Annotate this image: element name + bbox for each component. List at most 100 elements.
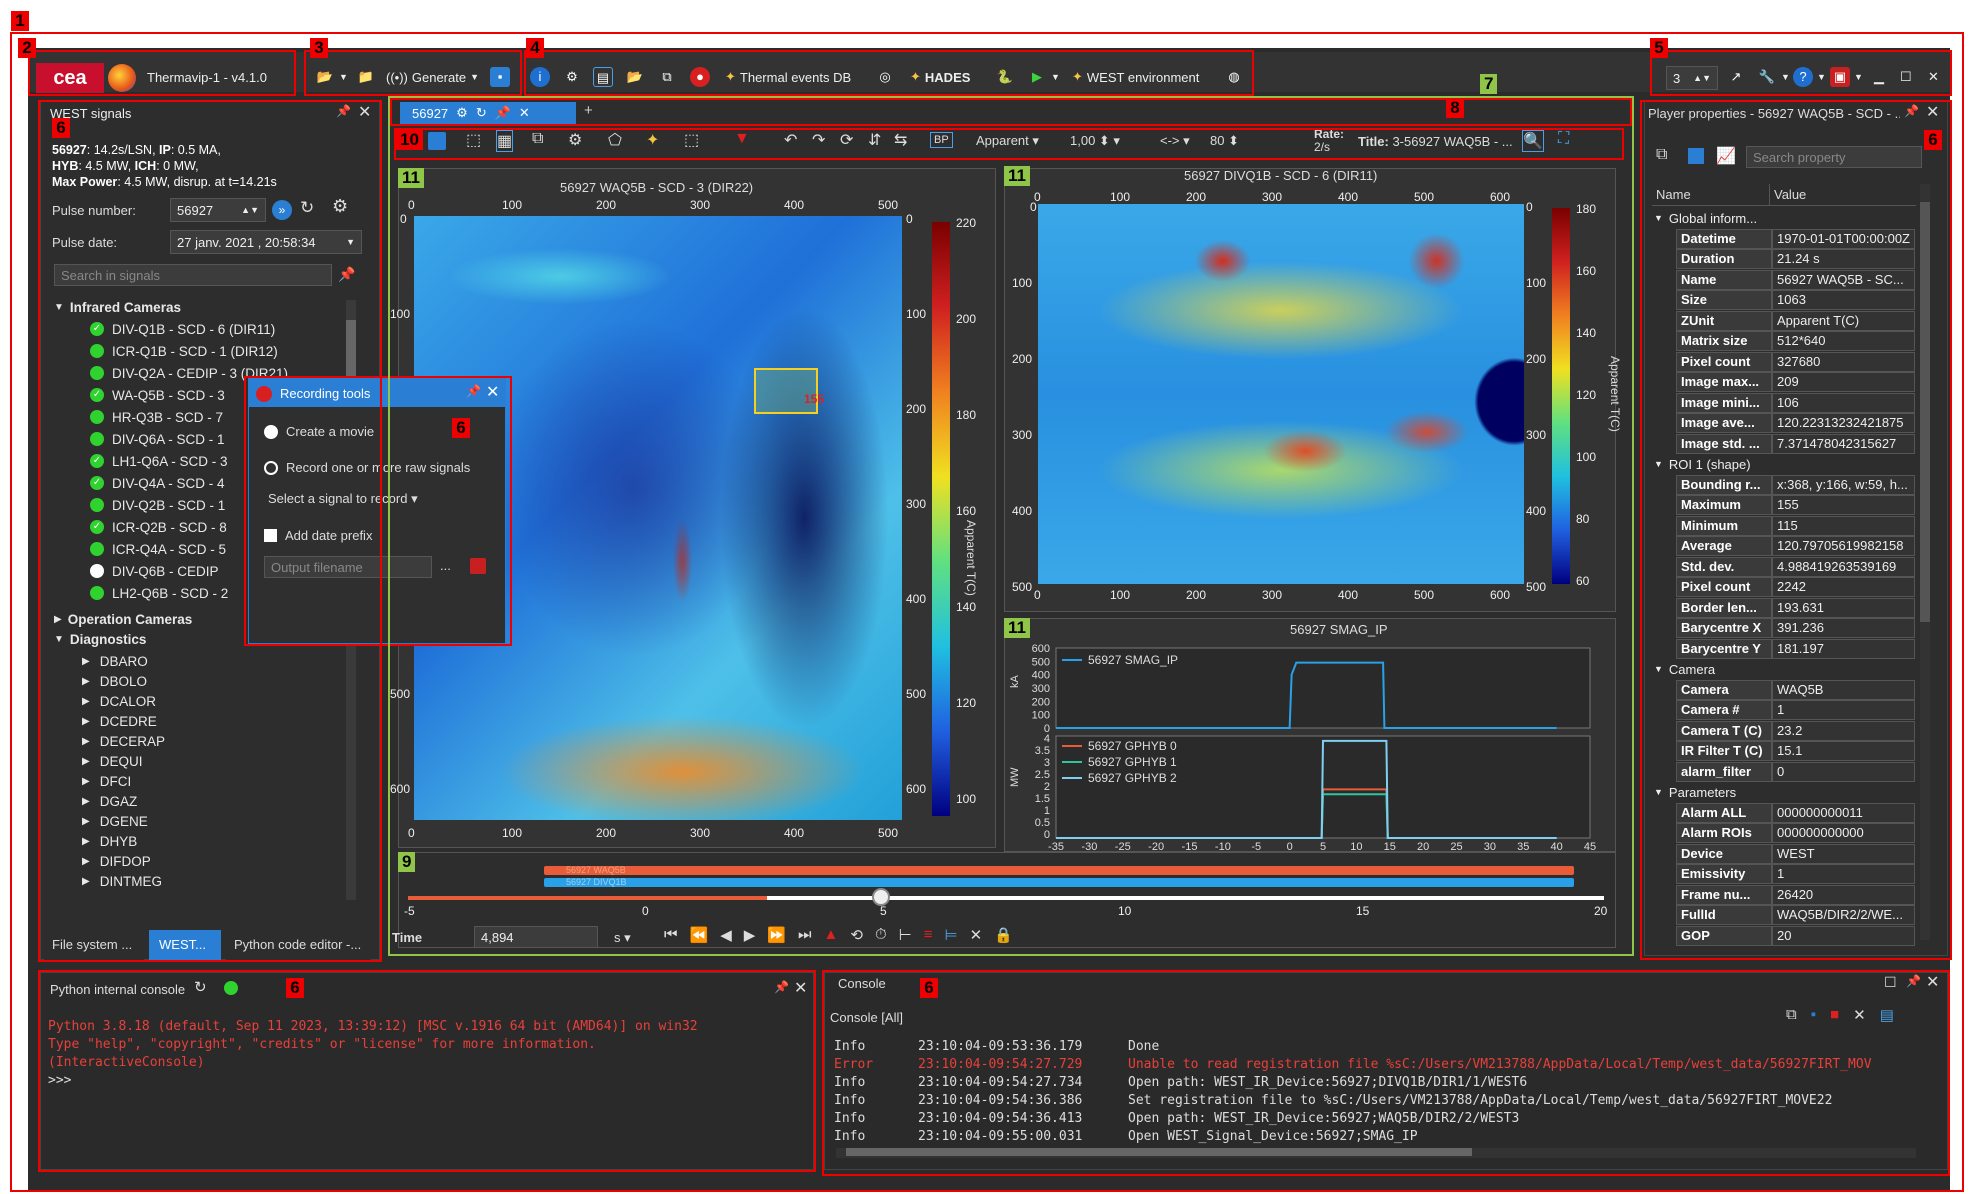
col-name[interactable]: Name — [1652, 184, 1770, 205]
player-tab[interactable]: 56927 ⚙ ↻ 📌 ✕ — [400, 102, 576, 124]
bp-button[interactable]: BP — [930, 132, 953, 148]
help-button[interactable]: ? ▼ — [1793, 64, 1826, 90]
save-icon[interactable]: ▪ — [1811, 1006, 1816, 1024]
property-row[interactable]: Barycentre Y 181.197 — [1676, 638, 1915, 659]
run-button[interactable]: ▶ ▼ — [1027, 64, 1060, 90]
property-row[interactable]: Size 1063 — [1676, 290, 1915, 310]
tree-item-camera[interactable]: ✓ ICR-Q2B - SCD - 8 — [90, 516, 227, 538]
tree-item-camera[interactable]: DIV-Q2B - SCD - 1 — [90, 494, 225, 516]
timeline-bar-divq1b[interactable]: 56927 DIVQ1B — [544, 878, 1574, 887]
tree-group-operation[interactable]: ▶ Operation Cameras — [54, 608, 192, 630]
copy-icon[interactable]: ⧉ — [532, 130, 543, 148]
play-icon[interactable]: ▶ — [744, 926, 756, 944]
pin-icon[interactable]: 📌 — [336, 104, 351, 118]
close-icon[interactable]: ✕ — [358, 102, 371, 122]
filter-icon[interactable]: ▤ — [1880, 1006, 1894, 1024]
last-frame-icon[interactable]: ⏭ — [798, 926, 812, 944]
first-frame-icon[interactable]: ⏮ — [664, 926, 678, 944]
console-row[interactable]: Info 23:10:04-09:54:27.734 Open path: WEST… — [834, 1074, 1934, 1092]
open-file-button[interactable]: 📂 ▼ — [315, 64, 348, 90]
info-button[interactable]: i — [530, 64, 550, 90]
date-prefix-checkbox[interactable]: Add date prefix — [264, 528, 372, 543]
time-input[interactable]: 4,894 — [474, 926, 598, 948]
tree-item-camera[interactable]: ICR-Q4A - SCD - 5 — [90, 538, 226, 560]
property-row[interactable]: Maximum 155 — [1676, 495, 1915, 515]
rewind-icon[interactable]: ⏪ — [690, 926, 709, 944]
settings-button[interactable]: ⚙ — [562, 64, 582, 90]
output-filename-input[interactable]: Output filename — [264, 556, 432, 578]
tree-item-diagnostic[interactable]: ▶ DBOLO — [82, 670, 147, 692]
gears-icon[interactable]: ⚙ — [568, 130, 582, 150]
property-row[interactable]: Image max... 209 — [1676, 372, 1915, 392]
tree-item-camera[interactable]: LH2-Q6B - SCD - 2 — [90, 582, 228, 604]
tab-file-system[interactable]: File system ... — [44, 930, 144, 960]
tab-west[interactable]: WEST... — [149, 930, 221, 960]
open-folder-button[interactable]: 📁 — [356, 64, 376, 90]
tree-item-camera[interactable]: ✓ LH1-Q6A - SCD - 3 — [90, 450, 228, 472]
tree-group-diagnostics[interactable]: ▼ Diagnostics — [54, 628, 146, 650]
stop-icon[interactable]: ■ — [1830, 1006, 1839, 1024]
zoom-icon[interactable]: 🔍 — [1522, 130, 1544, 152]
property-row[interactable]: Image ave... 120.22313232421875 — [1676, 413, 1915, 433]
timeline-bar-waq5b[interactable]: 56927 WAQ5B — [544, 866, 1574, 875]
property-row[interactable]: FullId WAQ5B/DIR2/2/WE... — [1676, 905, 1915, 925]
property-row[interactable]: Border len... 193.631 — [1676, 597, 1915, 618]
property-row[interactable]: Minimum 115 — [1676, 515, 1915, 536]
fast-forward-icon[interactable]: ⏩ — [767, 926, 786, 944]
stop-icon[interactable]: ▲ — [824, 926, 839, 944]
pin-search-icon[interactable]: 📌 — [338, 266, 355, 283]
signal-select[interactable]: Select a signal to record ▾ — [268, 491, 418, 507]
count-spinbox[interactable]: 3 ▲▼ — [1666, 66, 1718, 90]
minimize-button[interactable]: ▁ — [1874, 64, 1884, 90]
selection-icon[interactable]: ⬚ — [466, 130, 481, 150]
colorbar-1[interactable] — [932, 222, 950, 816]
thermal-events-button[interactable]: ✦ Thermal events DB — [725, 64, 851, 90]
undo-icon[interactable]: ↶ — [784, 130, 797, 150]
property-row[interactable]: Camera #1 — [1676, 700, 1915, 720]
pin-icon[interactable]: 📌 — [466, 384, 481, 398]
time-unit-select[interactable]: s ▾ — [614, 930, 631, 946]
tab-python-editor[interactable]: Python code editor -... — [226, 930, 371, 960]
record-button[interactable]: ● — [690, 64, 710, 90]
tree-item-diagnostic[interactable]: ▶ DGAZ — [82, 790, 137, 812]
property-row[interactable]: ZUnit Apparent T(C) — [1676, 310, 1915, 331]
unit-select[interactable]: Apparent ▾ — [976, 133, 1039, 149]
record-start-icon[interactable] — [470, 558, 486, 574]
clear-icon[interactable]: ✕ — [970, 926, 983, 944]
plot-svg[interactable]: 600500400300200100043.532.521.510.50-35-… — [1004, 618, 1616, 852]
save-icon[interactable] — [1688, 148, 1704, 164]
tree-item-camera[interactable]: DIV-Q6A - SCD - 1 — [90, 428, 225, 450]
console-row[interactable]: Info 23:10:04-09:55:00.031 Open WEST_Signa… — [834, 1128, 1934, 1146]
tree-item-camera[interactable]: ICR-Q1B - SCD - 1 (DIR12) — [90, 340, 278, 362]
close-icon[interactable]: ✕ — [1926, 102, 1939, 122]
camera-button[interactable]: ◎ — [875, 64, 895, 90]
colorbar-2[interactable] — [1552, 208, 1570, 584]
create-movie-radio[interactable]: Create a movie — [264, 424, 374, 439]
time-slider-track[interactable] — [408, 896, 1604, 900]
property-row[interactable]: Barycentre X 391.236 — [1676, 618, 1915, 638]
tree-item-camera[interactable]: DIV-Q6B - CEDIP — [90, 560, 219, 582]
property-search-input[interactable]: Search property — [1746, 146, 1922, 168]
property-row[interactable]: Alarm ALL 000000000011 — [1676, 802, 1915, 823]
copy-icon[interactable]: ⧉ — [1786, 1006, 1797, 1024]
pin-icon[interactable]: 📌 — [774, 980, 789, 994]
generate-button[interactable]: ((•)) Generate ▼ — [386, 64, 479, 90]
pulse-number-input[interactable]: 56927 ▲▼ — [170, 198, 266, 222]
property-group[interactable]: ▼ Parameters — [1654, 782, 1736, 802]
tree-item-camera[interactable]: ✓ WA-Q5B - SCD - 3 — [90, 384, 225, 406]
pin-icon[interactable]: 📌 — [1906, 974, 1921, 988]
tree-item-diagnostic[interactable]: ▶ DHYB — [82, 830, 137, 852]
flip-vertical-icon[interactable]: ⇵ — [868, 130, 881, 150]
plugin-icon[interactable]: ✦ — [646, 130, 659, 150]
property-row[interactable]: Image std. ... 7.371478042315627 — [1676, 433, 1915, 454]
tree-item-diagnostic[interactable]: ▶ DINTMEG — [82, 870, 162, 892]
external-window-button[interactable]: ↗ — [1726, 64, 1746, 90]
rotate-icon[interactable]: ⟳ — [840, 130, 853, 150]
property-group[interactable]: ▼ Camera — [1654, 659, 1715, 679]
property-row[interactable]: Matrix size 512*640 — [1676, 331, 1915, 351]
hades-button[interactable]: ✦ HADES — [910, 64, 970, 90]
property-row[interactable]: Frame nu... 26420 — [1676, 884, 1915, 905]
property-row[interactable]: alarm_filter 0 — [1676, 761, 1915, 782]
screen-button[interactable]: ▣ ▼ — [1830, 64, 1863, 90]
console-row[interactable]: Info 23:10:04-09:54:36.413 Open path: WEST… — [834, 1110, 1934, 1128]
